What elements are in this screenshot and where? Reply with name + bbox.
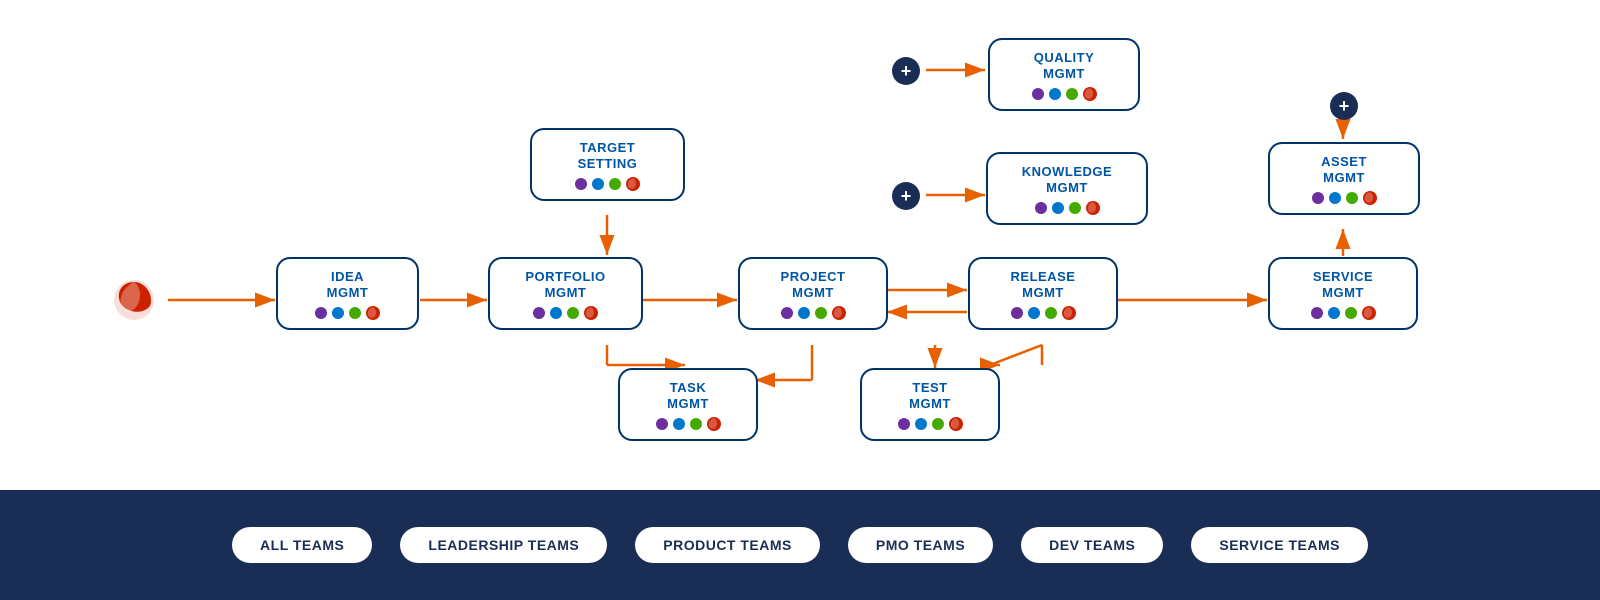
node-project-mgmt-title: PROJECTMGMT [781, 269, 846, 300]
node-idea-mgmt-title: IDEAMGMT [327, 269, 369, 300]
node-release-mgmt-title: RELEASEMGMT [1011, 269, 1076, 300]
node-target-setting[interactable]: TARGETSETTING [530, 128, 685, 201]
node-test-mgmt-title: TESTMGMT [909, 380, 951, 411]
node-knowledge-mgmt-dots [1035, 201, 1100, 215]
node-portfolio-mgmt-dots [533, 306, 598, 320]
node-knowledge-mgmt[interactable]: KNOWLEDGEMGMT [986, 152, 1148, 225]
arrows-layer [0, 0, 1600, 480]
node-quality-mgmt[interactable]: QUALITYMGMT [988, 38, 1140, 111]
leadership-teams-btn[interactable]: LEADERSHIP TEAMS [400, 527, 607, 563]
node-idea-mgmt-dots [315, 306, 380, 320]
node-task-mgmt[interactable]: TASKMGMT [618, 368, 758, 441]
plus-knowledge-btn[interactable]: + [892, 182, 920, 210]
node-portfolio-mgmt-title: PORTFOLIOMGMT [525, 269, 605, 300]
node-target-setting-title: TARGETSETTING [578, 140, 638, 171]
node-task-mgmt-title: TASKMGMT [667, 380, 709, 411]
logo-icon [112, 278, 156, 322]
node-quality-mgmt-title: QUALITYMGMT [1034, 50, 1095, 81]
plus-quality-btn[interactable]: + [892, 57, 920, 85]
diagram-canvas: TARGETSETTING IDEAMGMT PORTFOLIOMGMT PRO… [0, 0, 1600, 480]
node-project-mgmt[interactable]: PROJECTMGMT [738, 257, 888, 330]
node-service-mgmt-title: SERVICEMGMT [1313, 269, 1373, 300]
node-idea-mgmt[interactable]: IDEAMGMT [276, 257, 419, 330]
node-quality-mgmt-dots [1032, 87, 1097, 101]
bottom-bar: ALL TEAMS LEADERSHIP TEAMS PRODUCT TEAMS… [0, 490, 1600, 600]
node-portfolio-mgmt[interactable]: PORTFOLIOMGMT [488, 257, 643, 330]
pmo-teams-btn[interactable]: PMO TEAMS [848, 527, 993, 563]
node-test-mgmt[interactable]: TESTMGMT [860, 368, 1000, 441]
service-teams-btn[interactable]: SERVICE TEAMS [1191, 527, 1368, 563]
node-release-mgmt-dots [1011, 306, 1076, 320]
node-service-mgmt-dots [1311, 306, 1376, 320]
plus-asset-btn[interactable]: + [1330, 92, 1358, 120]
node-knowledge-mgmt-title: KNOWLEDGEMGMT [1022, 164, 1112, 195]
node-asset-mgmt-title: ASSETMGMT [1321, 154, 1367, 185]
node-service-mgmt[interactable]: SERVICEMGMT [1268, 257, 1418, 330]
product-teams-btn[interactable]: PRODUCT TEAMS [635, 527, 820, 563]
node-asset-mgmt[interactable]: ASSETMGMT [1268, 142, 1420, 215]
dev-teams-btn[interactable]: DEV TEAMS [1021, 527, 1163, 563]
node-task-mgmt-dots [656, 417, 721, 431]
node-project-mgmt-dots [781, 306, 846, 320]
node-test-mgmt-dots [898, 417, 963, 431]
node-release-mgmt[interactable]: RELEASEMGMT [968, 257, 1118, 330]
all-teams-btn[interactable]: ALL TEAMS [232, 527, 372, 563]
node-target-setting-dots [575, 177, 640, 191]
node-asset-mgmt-dots [1312, 191, 1377, 205]
